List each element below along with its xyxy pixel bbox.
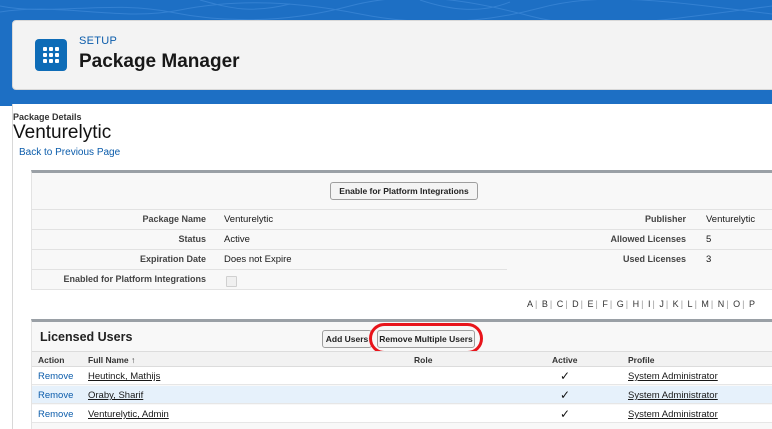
licensed-users-section: Licensed Users Add Users Remove Multiple… — [31, 319, 772, 429]
highlight-annotation-circle — [369, 323, 483, 354]
enabled-platform-integrations-checkbox — [226, 276, 237, 287]
package-name-label: Package Name — [142, 214, 206, 224]
active-checkmark-icon: ✓ — [560, 369, 571, 383]
user-name-link[interactable]: Heutinck, Mathijs — [88, 371, 160, 382]
divider — [32, 229, 772, 230]
allowed-licenses-label: Allowed Licenses — [610, 234, 686, 244]
publisher-label: Publisher — [644, 214, 686, 224]
alphabet-filter-bar: A | B | C | D | E | F | G | H | I | J | K | L | M | N… — [527, 299, 756, 309]
status-value: Active — [224, 234, 250, 245]
alpha-filter-letter[interactable]: G — [617, 299, 624, 309]
column-header-role[interactable]: Role — [414, 355, 432, 365]
remove-user-link[interactable]: Remove — [38, 390, 73, 401]
status-label: Status — [178, 234, 206, 244]
table-row: Remove Venturelytic, Admin ✓ System Admi… — [32, 405, 772, 423]
page-title: Package Manager — [79, 51, 240, 72]
profile-link[interactable]: System Administrator — [628, 409, 718, 420]
setup-label: SETUP — [79, 35, 118, 47]
divider — [32, 269, 507, 270]
alpha-filter-letter[interactable]: C — [557, 299, 564, 309]
alpha-filter-letter[interactable]: B — [542, 299, 548, 309]
package-details-section: Enable for Platform Integrations Package… — [31, 170, 772, 290]
alpha-filter-letter[interactable]: J — [659, 299, 664, 309]
expiration-date-value: Does not Expire — [224, 254, 292, 265]
alpha-filter-letter[interactable]: O — [733, 299, 740, 309]
used-licenses-value: 3 — [706, 254, 712, 265]
column-header-full-name[interactable]: Full Name ↑ — [88, 355, 135, 365]
user-name-link[interactable]: Oraby, Sharif — [88, 390, 143, 401]
remove-user-link[interactable]: Remove — [38, 409, 73, 420]
alpha-filter-letter[interactable]: H — [633, 299, 640, 309]
package-details-label: Package Details — [13, 112, 82, 122]
table-row: Remove Heutinck, Mathijs ✓ System Admini… — [32, 367, 772, 385]
active-checkmark-icon: ✓ — [560, 388, 571, 402]
setup-header: SETUP Package Manager — [12, 20, 772, 90]
package-title: Venturelytic — [13, 122, 112, 143]
profile-link[interactable]: System Administrator — [628, 371, 718, 382]
users-table-header: Action Full Name ↑ Role Active Profile — [32, 351, 772, 367]
used-licenses-label: Used Licenses — [622, 254, 686, 264]
add-users-button[interactable]: Add Users — [322, 330, 372, 348]
divider — [32, 209, 772, 210]
alpha-filter-letter[interactable]: D — [572, 299, 579, 309]
publisher-value: Venturelytic — [706, 214, 756, 225]
alpha-filter-letter[interactable]: F — [602, 299, 608, 309]
alpha-filter-letter[interactable]: I — [648, 299, 651, 309]
enable-platform-integrations-button[interactable]: Enable for Platform Integrations — [330, 182, 478, 200]
expiration-date-label: Expiration Date — [139, 254, 206, 264]
alpha-filter-letter[interactable]: M — [701, 299, 709, 309]
main-content: Package Details Venturelytic Back to Pre… — [12, 104, 772, 429]
active-checkmark-icon: ✓ — [560, 407, 571, 421]
remove-user-link[interactable]: Remove — [38, 371, 73, 382]
back-to-previous-page-link[interactable]: Back to Previous Page — [19, 147, 120, 158]
alpha-filter-letter[interactable]: N — [718, 299, 725, 309]
user-name-link[interactable]: Venturelytic, Admin — [88, 409, 169, 420]
licensed-users-title: Licensed Users — [40, 330, 133, 344]
enabled-platform-integrations-label: Enabled for Platform Integrations — [63, 274, 206, 284]
alpha-filter-letter[interactable]: K — [673, 299, 679, 309]
alpha-filter-letter[interactable]: E — [587, 299, 593, 309]
column-header-active[interactable]: Active — [552, 355, 578, 365]
alpha-filter-letter[interactable]: A — [527, 299, 533, 309]
table-row: Remove Oraby, Sharif ✓ System Administra… — [32, 386, 772, 404]
profile-link[interactable]: System Administrator — [628, 390, 718, 401]
alpha-filter-letter[interactable]: L — [688, 299, 693, 309]
package-name-value: Venturelytic — [224, 214, 274, 225]
column-header-profile[interactable]: Profile — [628, 355, 654, 365]
alpha-filter-letter[interactable]: P — [749, 299, 755, 309]
divider — [32, 249, 772, 250]
column-header-action: Action — [38, 355, 65, 365]
allowed-licenses-value: 5 — [706, 234, 712, 245]
app-launcher-grid-icon[interactable] — [35, 39, 67, 71]
